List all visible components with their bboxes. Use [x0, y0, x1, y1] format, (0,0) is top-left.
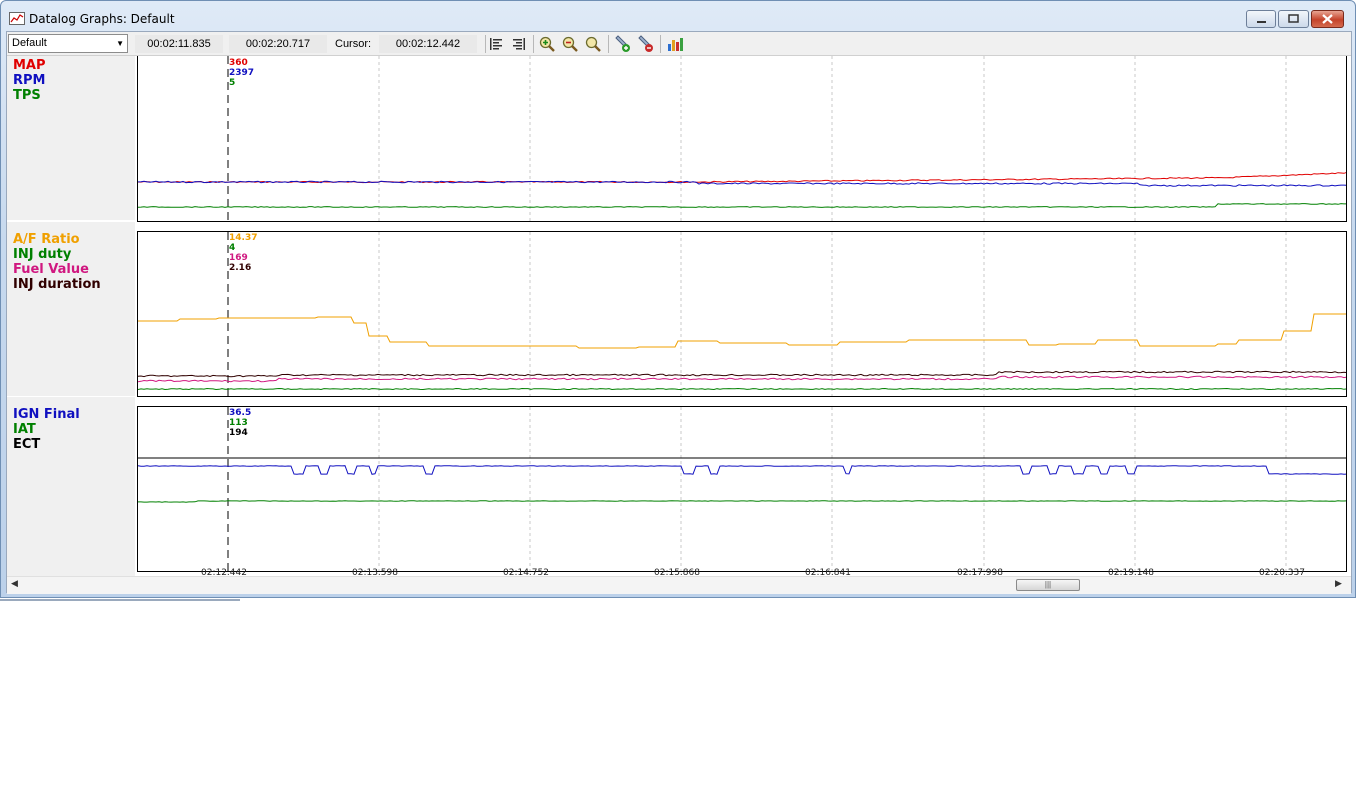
graph-icon	[9, 12, 25, 25]
end-time-field[interactable]: 00:02:20.717	[229, 35, 327, 53]
inj-duration-trace	[138, 370, 1346, 378]
legend-fuel-value: Fuel Value	[13, 262, 89, 277]
toolbar-separator	[485, 35, 486, 53]
panel1-plot[interactable]: 360 2397 5	[137, 56, 1347, 222]
title-bar[interactable]: Datalog Graphs: Default	[1, 1, 1355, 35]
iat-trace	[138, 500, 1346, 503]
horizontal-scrollbar[interactable]: ◀ ||| ▶	[7, 576, 1351, 594]
zoom-out-icon[interactable]	[561, 35, 579, 53]
start-time-field[interactable]: 00:02:11.835	[135, 35, 223, 53]
toolbar-separator	[660, 35, 661, 53]
legend-ign-final: IGN Final	[13, 407, 80, 422]
legend-map: MAP	[13, 58, 46, 73]
zoom-in-icon[interactable]	[538, 35, 556, 53]
panel1-graph	[138, 56, 1346, 221]
fuel-value-trace	[138, 375, 1346, 383]
profile-select[interactable]: Default ▼	[8, 34, 128, 53]
inj-duty-trace	[138, 387, 1346, 391]
panel3-plot[interactable]: 36.5 113 194	[137, 406, 1347, 572]
value-fuel-value: 169	[229, 253, 248, 263]
datalog-window: Datalog Graphs: Default Default ▼ 00:02:…	[0, 0, 1356, 598]
graph-client-area: Default ▼ 00:02:11.835 00:02:20.717 Curs…	[6, 31, 1352, 594]
legend-inj-duty: INJ duty	[13, 247, 72, 262]
panel2-graph	[138, 232, 1346, 396]
cursor-time-field[interactable]: 00:02:12.442	[379, 35, 477, 53]
chevron-down-icon: ▼	[116, 39, 124, 48]
afr-trace	[138, 313, 1346, 349]
status-strip	[0, 599, 240, 601]
legend-rpm: RPM	[13, 73, 46, 88]
value-map: 360	[229, 58, 248, 68]
legend-ect: ECT	[13, 437, 41, 452]
toolbar-separator	[608, 35, 609, 53]
legend-afr: A/F Ratio	[13, 232, 80, 247]
value-afr: 14.37	[229, 233, 258, 243]
chart-settings-icon[interactable]	[666, 35, 684, 53]
panel2-legend: A/F Ratio INJ duty Fuel Value INJ durati…	[7, 222, 135, 396]
panel1-legend: MAP RPM TPS	[7, 56, 135, 220]
ign-final-trace	[138, 465, 1346, 475]
close-button[interactable]	[1311, 10, 1344, 28]
scroll-left-icon[interactable]: ◀	[11, 578, 18, 589]
restore-icon	[1288, 14, 1299, 23]
graph-toolbar: Default ▼ 00:02:11.835 00:02:20.717 Curs…	[7, 32, 1351, 56]
value-inj-duration: 2.16	[229, 263, 252, 273]
value-tps: 5	[229, 78, 236, 88]
panel3-graph	[138, 407, 1346, 571]
toolbar-separator	[533, 35, 534, 53]
panel2-plot[interactable]: 14.37 4 169 2.16	[137, 231, 1347, 397]
window-title: Datalog Graphs: Default	[29, 12, 175, 26]
minimize-button[interactable]	[1246, 10, 1276, 28]
profile-select-value: Default	[12, 37, 47, 49]
value-inj-duty: 4	[229, 243, 236, 253]
minimize-icon	[1257, 21, 1266, 23]
value-rpm: 2397	[229, 68, 255, 78]
restore-button[interactable]	[1278, 10, 1309, 28]
pin-add-icon[interactable]	[613, 35, 631, 53]
scroll-right-icon[interactable]: ▶	[1335, 578, 1342, 589]
zoom-fit-icon[interactable]	[584, 35, 602, 53]
value-ect: 194	[229, 428, 248, 438]
value-ign-final: 36.5	[229, 408, 252, 418]
align-left-icon[interactable]	[487, 35, 505, 53]
legend-tps: TPS	[13, 88, 41, 103]
value-iat: 113	[229, 418, 248, 428]
pin-remove-icon[interactable]	[636, 35, 654, 53]
map-trace	[138, 172, 1346, 184]
tps-trace	[138, 203, 1346, 208]
close-icon	[1322, 14, 1333, 24]
legend-inj-duration: INJ duration	[13, 277, 101, 292]
align-right-icon[interactable]	[510, 35, 528, 53]
panel3-legend: IGN Final IAT ECT	[7, 397, 135, 576]
scroll-thumb[interactable]: |||	[1016, 579, 1080, 591]
legend-iat: IAT	[13, 422, 36, 437]
cursor-label: Cursor:	[335, 38, 372, 50]
